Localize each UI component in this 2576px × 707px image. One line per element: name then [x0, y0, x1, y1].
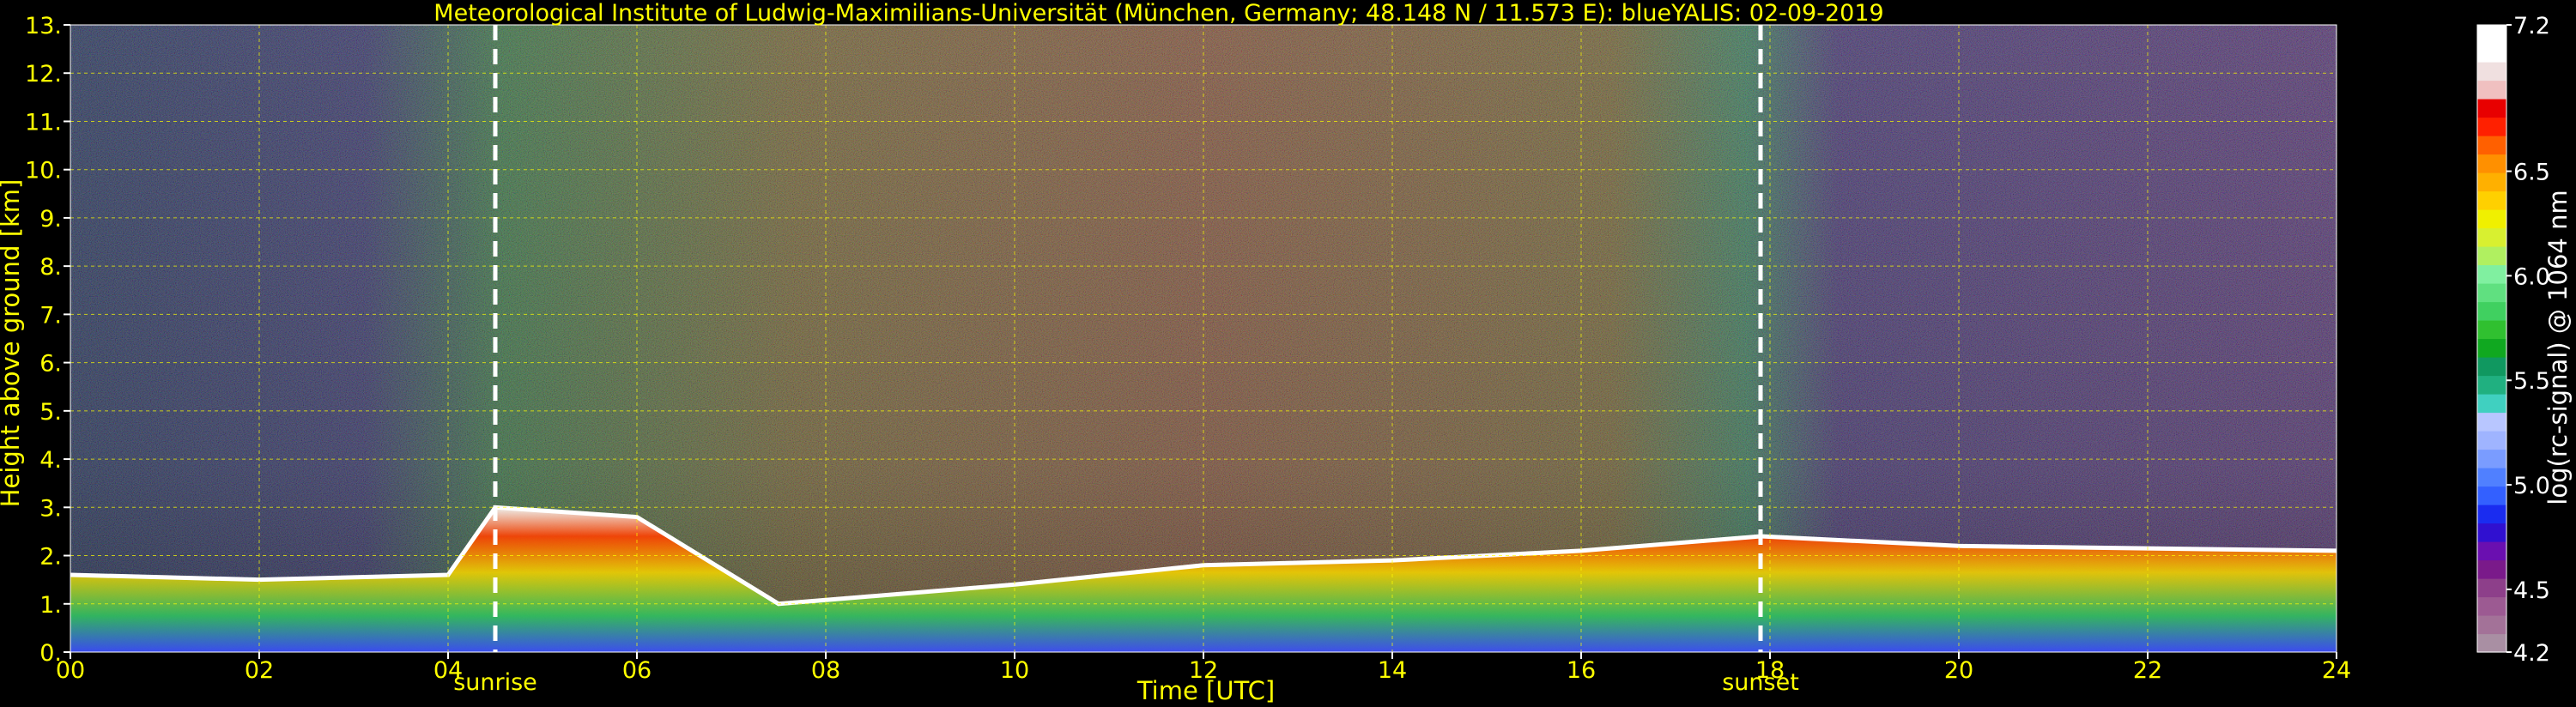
colorbar-segment — [2477, 62, 2506, 82]
colorbar-segment — [2477, 43, 2506, 63]
colorbar-segment — [2477, 431, 2506, 450]
colorbar-segment — [2477, 449, 2506, 468]
x-tick-label: 20 — [1944, 657, 1973, 684]
chart-title: Meteorological Institute of Ludwig-Maxim… — [433, 0, 1883, 27]
y-tick-label: 9. — [39, 206, 62, 233]
y-tick-label: 10. — [25, 158, 62, 184]
colorbar-segment — [2477, 468, 2506, 487]
y-tick-label: 6. — [39, 351, 62, 378]
colorbar-segment — [2477, 99, 2506, 118]
colorbar-tick-label: 7.2 — [2513, 13, 2550, 39]
y-tick-label: 1. — [39, 592, 62, 619]
colorbar-segment — [2477, 394, 2506, 414]
colorbar: 7.26.56.05.55.04.54.2 — [2476, 13, 2550, 667]
colorbar-segment — [2477, 523, 2506, 542]
heatmap-area — [70, 25, 2337, 652]
colorbar-segment — [2477, 486, 2506, 505]
colorbar-segment — [2477, 505, 2506, 524]
y-tick-label: 2. — [39, 544, 62, 571]
colorbar-segment — [2477, 117, 2506, 136]
x-tick-label: 02 — [245, 657, 274, 684]
colorbar-tick-label: 4.2 — [2513, 640, 2550, 667]
colorbar-segment — [2477, 320, 2506, 340]
colorbar-segment — [2477, 246, 2506, 266]
y-tick-label: 4. — [39, 447, 62, 474]
colorbar-segment — [2477, 615, 2506, 635]
y-tick-label: 11. — [25, 109, 62, 136]
x-tick-label: 08 — [811, 657, 840, 684]
y-tick-label: 13. — [25, 13, 62, 39]
colorbar-segment — [2477, 338, 2506, 358]
x-tick-label: 00 — [56, 657, 85, 684]
x-tick-label: 16 — [1567, 657, 1596, 684]
y-axis-ticks: 0.1.2.3.4.5.6.7.8.9.10.11.12.13. — [25, 13, 70, 667]
colorbar-segment — [2477, 80, 2506, 100]
x-tick-label: 06 — [622, 657, 652, 684]
colorbar-tick-label: 6.5 — [2513, 160, 2550, 186]
colorbar-label: log(rc-signal) @ 1064 nm — [2543, 190, 2573, 505]
colorbar-segment — [2477, 541, 2506, 561]
x-axis-label: Time [UTC] — [1136, 676, 1275, 705]
colorbar-segment — [2477, 559, 2506, 579]
colorbar-segment — [2477, 357, 2506, 377]
x-tick-label: 18 — [1755, 657, 1785, 684]
colorbar-segment — [2477, 283, 2506, 303]
colorbar-segment — [2477, 172, 2506, 192]
colorbar-segment — [2477, 596, 2506, 616]
colorbar-segment — [2477, 301, 2506, 321]
colorbar-segment — [2477, 190, 2506, 210]
x-tick-label: 22 — [2133, 657, 2162, 684]
x-tick-label: 04 — [433, 657, 463, 684]
lidar-quicklook-chart: sunrise sunset 0.1.2.3.4.5.6.7.8.9.10.11.… — [0, 0, 2573, 705]
y-tick-label: 3. — [39, 495, 62, 522]
colorbar-segment — [2477, 412, 2506, 432]
x-tick-label: 24 — [2322, 657, 2351, 684]
x-tick-label: 14 — [1378, 657, 1407, 684]
y-tick-label: 7. — [39, 302, 62, 329]
colorbar-segment — [2477, 136, 2506, 155]
y-tick-label: 12. — [25, 61, 62, 88]
colorbar-segment — [2477, 25, 2506, 45]
colorbar-segment — [2477, 227, 2506, 247]
y-tick-label: 5. — [39, 399, 62, 426]
y-tick-label: 8. — [39, 254, 62, 281]
colorbar-segment — [2477, 209, 2506, 229]
colorbar-segment — [2477, 264, 2506, 284]
y-axis-label: Height above ground [km] — [0, 179, 25, 508]
colorbar-tick-label: 4.5 — [2513, 577, 2550, 604]
colorbar-segment — [2477, 154, 2506, 173]
colorbar-segment — [2477, 578, 2506, 598]
colorbar-segment — [2477, 633, 2506, 653]
colorbar-segment — [2477, 375, 2506, 395]
x-tick-label: 10 — [1000, 657, 1029, 684]
sunrise-label: sunrise — [453, 669, 537, 696]
